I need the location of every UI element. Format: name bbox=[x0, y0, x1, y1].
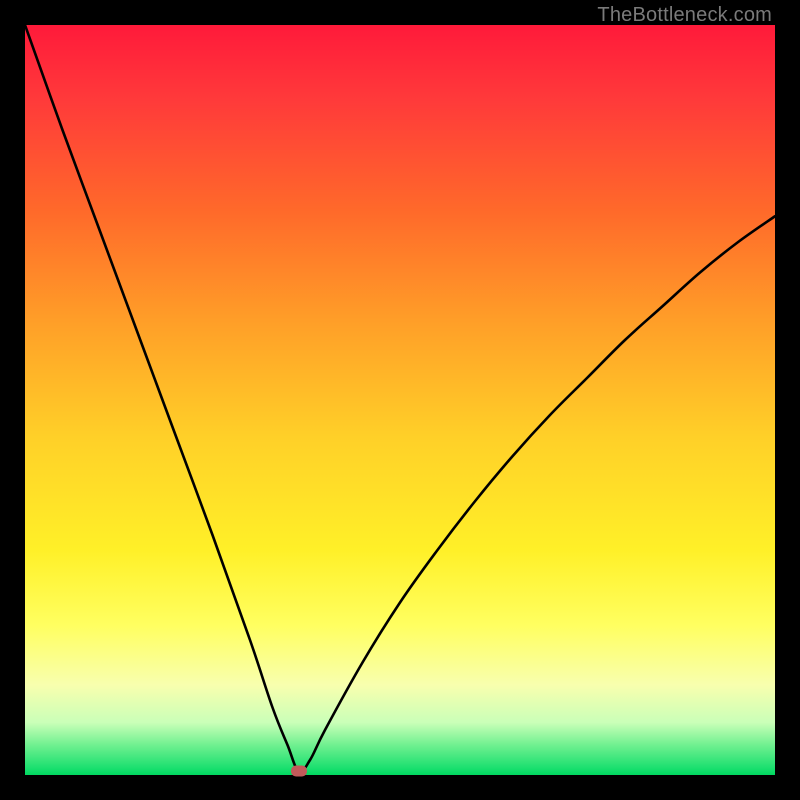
bottleneck-curve bbox=[25, 25, 775, 775]
watermark-text: TheBottleneck.com bbox=[597, 4, 772, 27]
chart-frame: TheBottleneck.com bbox=[0, 0, 800, 800]
plot-area bbox=[25, 25, 775, 775]
optimal-point-marker bbox=[291, 766, 307, 777]
